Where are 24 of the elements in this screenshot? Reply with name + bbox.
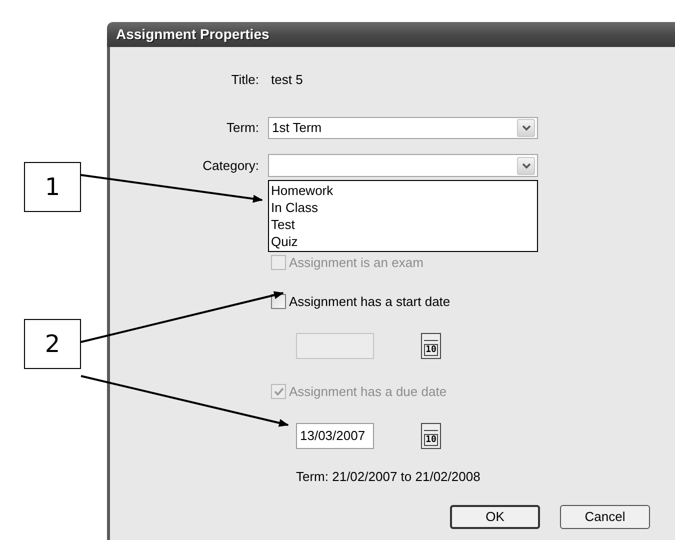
dropdown-option[interactable]: Quiz bbox=[269, 233, 537, 250]
field-label: Category: bbox=[202, 156, 259, 175]
dropdown-button[interactable] bbox=[517, 119, 535, 137]
chevron-down-icon bbox=[522, 162, 530, 168]
dialog-button[interactable]: Cancel bbox=[560, 505, 650, 529]
checkbox-label: Assignment has a start date bbox=[289, 292, 450, 311]
title-value: test 5 bbox=[271, 71, 303, 90]
dropdown-option[interactable]: In Class bbox=[269, 199, 537, 216]
dropdown-option[interactable]: Test bbox=[269, 216, 537, 233]
callout-box: 2 bbox=[24, 319, 81, 369]
window-title: Assignment Properties bbox=[116, 25, 270, 44]
chevron-down-icon bbox=[522, 125, 530, 131]
calendar-button[interactable]: 10 bbox=[421, 333, 441, 359]
term-dropdown[interactable]: 1st Term bbox=[268, 117, 538, 139]
checkbox-label: Assignment is an exam bbox=[289, 254, 424, 272]
dropdown-button[interactable] bbox=[517, 156, 535, 174]
checkbox-label: Assignment has a due date bbox=[289, 383, 447, 401]
callout-box: 1 bbox=[24, 162, 81, 212]
dialog-button[interactable]: OK bbox=[450, 505, 540, 529]
dropdown-option[interactable]: Homework bbox=[269, 182, 537, 199]
field-label: Title: bbox=[230, 71, 259, 90]
term-range-text: Term: 21/02/2007 to 21/02/2008 bbox=[296, 468, 482, 486]
checkmark-icon bbox=[274, 387, 284, 396]
field-label: Term: bbox=[226, 119, 259, 138]
